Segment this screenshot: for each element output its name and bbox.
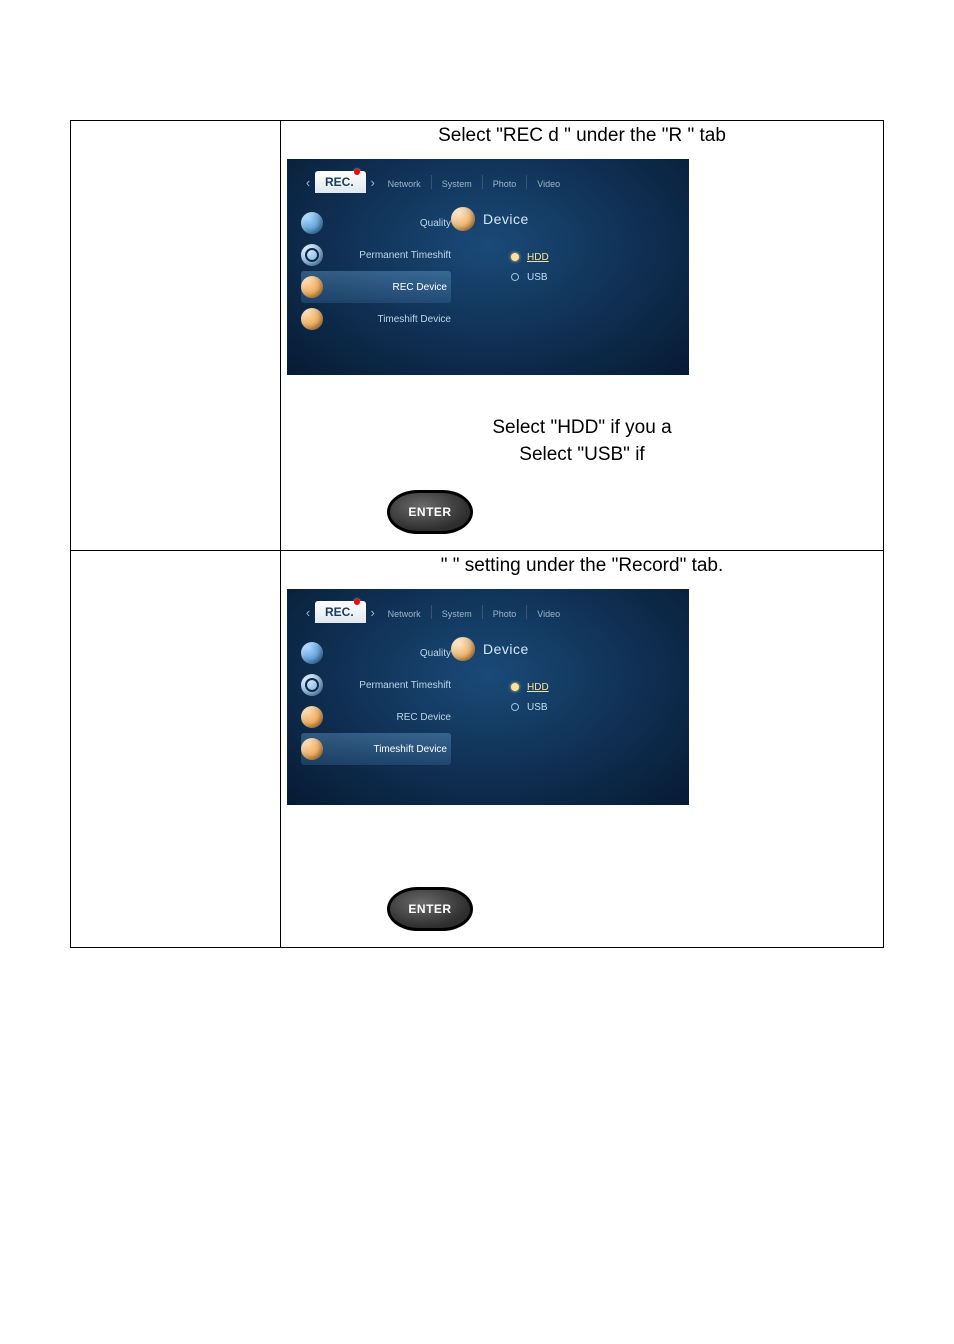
panel-title-text: Device xyxy=(483,641,529,657)
radio-icon xyxy=(511,683,519,691)
left-menu-item[interactable]: REC Device xyxy=(301,701,451,733)
radio-icon xyxy=(511,703,519,711)
rec-icon xyxy=(301,276,323,298)
rec-indicator-icon xyxy=(354,599,360,605)
tsdev-icon xyxy=(301,308,323,330)
quality-icon xyxy=(301,212,323,234)
tab-inactive[interactable]: System xyxy=(434,601,480,623)
left-menu-item[interactable]: Timeshift Device xyxy=(301,303,451,335)
radio-icon xyxy=(511,253,519,261)
timeshift-icon xyxy=(301,674,323,696)
device-options: HDD USB xyxy=(511,247,675,287)
tab-record[interactable]: REC. xyxy=(315,171,366,193)
tsdev-icon xyxy=(301,738,323,760)
device-option[interactable]: USB xyxy=(511,267,675,287)
instruction-line: Select "USB" if xyxy=(287,442,877,469)
enter-button[interactable]: ENTER xyxy=(387,887,473,931)
left-menu-item[interactable]: Permanent Timeshift xyxy=(301,669,451,701)
enter-button-graphic: ENTER xyxy=(387,887,473,931)
left-menu-label: Permanent Timeshift xyxy=(331,250,451,261)
left-menu: Quality Permanent Timeshift REC Device Time… xyxy=(301,637,451,765)
rec-indicator-icon xyxy=(354,169,360,175)
quality-icon xyxy=(301,642,323,664)
device-option-label: USB xyxy=(527,272,548,283)
tab-arrow-right-icon: › xyxy=(366,171,380,193)
left-menu-label: Timeshift Device xyxy=(331,314,451,325)
rec-icon xyxy=(301,706,323,728)
tab-arrow-left-icon: ‹ xyxy=(301,601,315,623)
tab-inactive[interactable]: System xyxy=(434,171,480,193)
instruction-line: Select "HDD" if you a xyxy=(287,415,877,442)
instruction-table: Select "REC d " under the "R " tab‹REC.›… xyxy=(70,120,884,948)
instruction-text: Select "HDD" if you aSelect "USB" if xyxy=(287,415,877,468)
device-options: HDD USB xyxy=(511,677,675,717)
left-menu-label: REC Device xyxy=(331,712,451,723)
device-option[interactable]: HDD xyxy=(511,247,675,267)
settings-screenshot: ‹REC.›NetworkSystemPhotoVideo Quality Perm… xyxy=(287,589,689,805)
device-panel: Device HDD USB xyxy=(451,637,675,717)
left-menu-label: Quality xyxy=(331,648,451,659)
left-menu-item[interactable]: Permanent Timeshift xyxy=(301,239,451,271)
tab-record[interactable]: REC. xyxy=(315,601,366,623)
step-label-cell xyxy=(71,121,281,551)
device-option-label: HDD xyxy=(527,682,549,693)
device-option-label: USB xyxy=(527,702,548,713)
step-heading: " " setting under the "Record" tab. xyxy=(287,555,877,583)
tab-inactive[interactable]: Network xyxy=(380,171,429,193)
panel-title: Device xyxy=(451,207,675,231)
tab-bar: ‹REC.›NetworkSystemPhotoVideo xyxy=(301,601,679,623)
left-menu-label: REC Device xyxy=(331,282,447,293)
tab-bar: ‹REC.›NetworkSystemPhotoVideo xyxy=(301,171,679,193)
device-icon xyxy=(451,207,475,231)
settings-screenshot: ‹REC.›NetworkSystemPhotoVideo Quality Perm… xyxy=(287,159,689,375)
step-content-cell: Select "REC d " under the "R " tab ‹REC.›… xyxy=(281,121,884,551)
left-menu-item[interactable]: Timeshift Device xyxy=(301,733,451,765)
left-menu-label: Permanent Timeshift xyxy=(331,680,451,691)
device-option-label: HDD xyxy=(527,252,549,263)
left-menu-item[interactable]: REC Device xyxy=(301,271,451,303)
left-menu-item[interactable]: Quality xyxy=(301,637,451,669)
device-panel: Device HDD USB xyxy=(451,207,675,287)
tab-arrow-left-icon: ‹ xyxy=(301,171,315,193)
enter-button[interactable]: ENTER xyxy=(387,490,473,534)
tab-inactive[interactable]: Network xyxy=(380,601,429,623)
tab-inactive[interactable]: Photo xyxy=(485,601,525,623)
left-menu-label: Timeshift Device xyxy=(331,744,447,755)
panel-title: Device xyxy=(451,637,675,661)
tab-inactive[interactable]: Video xyxy=(529,171,568,193)
left-menu: Quality Permanent Timeshift REC Device Time… xyxy=(301,207,451,335)
left-menu-label: Quality xyxy=(331,218,451,229)
panel-title-text: Device xyxy=(483,211,529,227)
tab-arrow-right-icon: › xyxy=(366,601,380,623)
step-content-cell: " " setting under the "Record" tab. ‹REC.… xyxy=(281,551,884,948)
device-option[interactable]: USB xyxy=(511,697,675,717)
tab-inactive[interactable]: Photo xyxy=(485,171,525,193)
step-label-cell xyxy=(71,551,281,948)
tab-inactive[interactable]: Video xyxy=(529,601,568,623)
left-menu-item[interactable]: Quality xyxy=(301,207,451,239)
radio-icon xyxy=(511,273,519,281)
device-icon xyxy=(451,637,475,661)
timeshift-icon xyxy=(301,244,323,266)
enter-button-graphic: ENTER xyxy=(387,490,473,534)
step-heading: Select "REC d " under the "R " tab xyxy=(287,125,877,153)
device-option[interactable]: HDD xyxy=(511,677,675,697)
